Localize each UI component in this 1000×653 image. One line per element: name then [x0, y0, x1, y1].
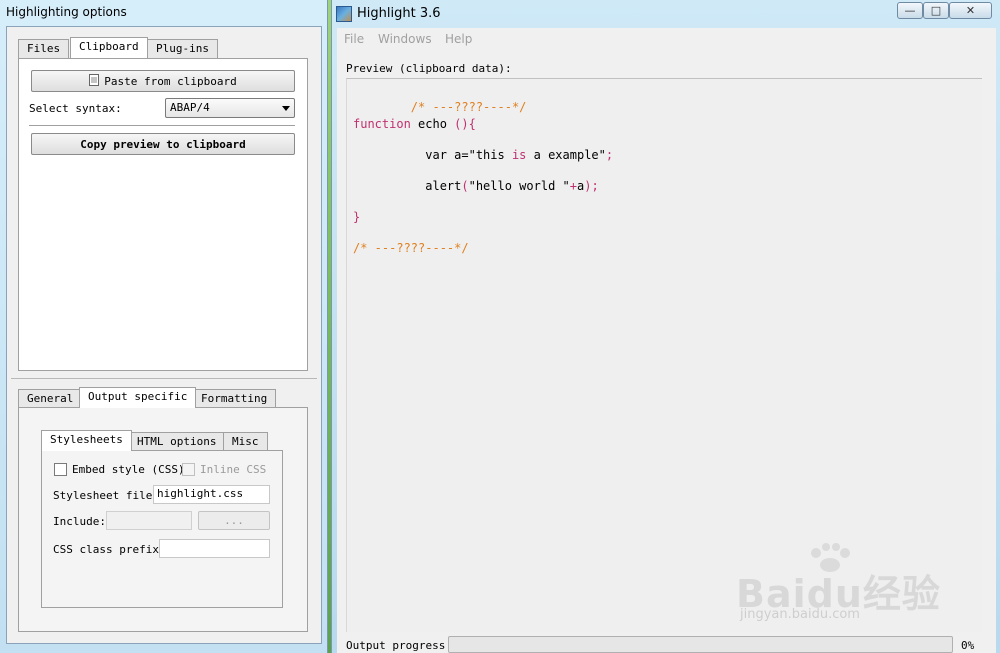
clipboard-panel: Paste from clipboard Select syntax: ABAP…: [18, 58, 308, 371]
window-title: Highlight 3.6: [357, 6, 441, 21]
section-divider: [11, 378, 317, 379]
close-icon: ✕: [965, 4, 976, 17]
code-line-4: alert("hello world "+a);: [353, 179, 599, 193]
include-input[interactable]: [106, 511, 192, 530]
minimize-button[interactable]: —: [897, 2, 923, 19]
close-button[interactable]: ✕: [949, 2, 992, 19]
menu-file[interactable]: File: [344, 32, 364, 46]
syntax-select[interactable]: ABAP/4: [165, 98, 295, 118]
tab-output-specific[interactable]: Output specific: [79, 387, 197, 408]
browse-button[interactable]: ...: [198, 511, 270, 530]
embed-style-label: Embed style (CSS): [72, 463, 185, 476]
output-specific-panel: Stylesheets HTML options Misc Embed styl…: [18, 407, 308, 632]
tab-clipboard[interactable]: Clipboard: [70, 37, 148, 58]
menu-help[interactable]: Help: [445, 32, 472, 46]
paste-from-clipboard-button[interactable]: Paste from clipboard: [31, 70, 295, 92]
maximize-icon: □: [930, 4, 942, 17]
select-syntax-label: Select syntax:: [29, 102, 122, 115]
preview-label: Preview (clipboard data):: [346, 62, 512, 75]
tab-files[interactable]: Files: [18, 39, 70, 58]
progress-percent: 0%: [961, 639, 975, 652]
tab-plug-ins[interactable]: Plug-ins: [147, 39, 218, 58]
stylesheet-file-label: Stylesheet file:: [53, 489, 159, 502]
divider: [29, 125, 295, 126]
minimize-icon: —: [904, 4, 916, 17]
inline-css-label: Inline CSS: [200, 463, 267, 476]
inline-css-checkbox[interactable]: [182, 463, 195, 476]
tab-general[interactable]: General: [18, 389, 83, 408]
output-progress-label: Output progress:: [346, 639, 452, 652]
tab-html-options[interactable]: HTML options: [128, 432, 226, 451]
css-prefix-label: CSS class prefix:: [53, 543, 166, 556]
top-tab-strip: Files Clipboard Plug-ins: [18, 37, 308, 59]
paste-icon: [89, 73, 100, 89]
window-title: Highlighting options: [6, 5, 127, 19]
code-line-5: }: [353, 210, 361, 224]
baidu-watermark: Baidu经验 jingyan.baidu.com: [736, 543, 946, 631]
highlighting-options-window: Highlighting options Files Clipboard Plu…: [0, 0, 328, 653]
stylesheet-file-input[interactable]: highlight.css: [153, 485, 270, 504]
options-client-area: Files Clipboard Plug-ins Paste from clip…: [6, 26, 322, 644]
tab-formatting[interactable]: Formatting: [192, 389, 277, 408]
tab-stylesheets[interactable]: Stylesheets: [41, 430, 132, 451]
code-line-6: /* ---????----*/: [353, 241, 469, 255]
code-line-3: var a="this is a example";: [353, 148, 614, 162]
main-client-area: Preview (clipboard data): /* ---????----…: [337, 50, 996, 653]
menu-bar: File Windows Help: [337, 28, 996, 50]
css-prefix-input[interactable]: [159, 539, 270, 558]
copy-preview-button[interactable]: Copy preview to clipboard: [31, 133, 295, 155]
tab-misc[interactable]: Misc: [223, 432, 268, 451]
menu-windows[interactable]: Windows: [378, 32, 432, 46]
inner-tab-strip: Stylesheets HTML options Misc: [41, 430, 281, 452]
chevron-down-icon: [282, 106, 290, 111]
app-icon: [336, 6, 352, 22]
maximize-button[interactable]: □: [923, 2, 949, 19]
output-progress-bar: [448, 636, 953, 653]
embed-style-checkbox[interactable]: [54, 463, 67, 476]
code-line-2: function echo (){: [353, 117, 476, 131]
watermark-url: jingyan.baidu.com: [740, 607, 860, 622]
stylesheets-panel: Embed style (CSS) Inline CSS Stylesheet …: [41, 450, 283, 608]
highlight-main-window: Highlight 3.6 — □ ✕ File Windows Help Pr…: [331, 0, 1000, 653]
bottom-tab-strip: General Output specific Formatting: [18, 387, 308, 409]
include-label: Include:: [53, 515, 106, 528]
